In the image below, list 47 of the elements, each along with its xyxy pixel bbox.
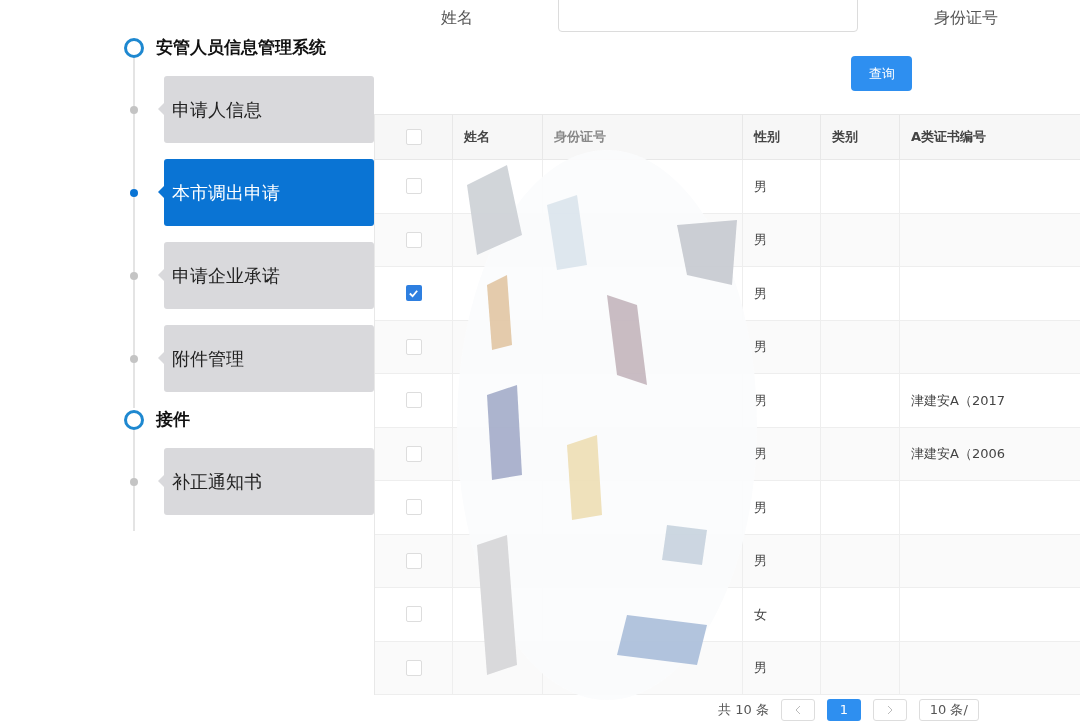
step-card[interactable]: 补正通知书 <box>164 448 374 515</box>
chevron-left-icon <box>793 705 802 715</box>
checkbox[interactable] <box>405 178 422 195</box>
table-cell-text: 男 <box>754 284 767 303</box>
column-header: 类别 <box>832 128 858 147</box>
checkbox[interactable] <box>405 499 422 516</box>
column-header: 性别 <box>754 128 780 147</box>
column-header: A类证书编号 <box>911 128 987 147</box>
checkbox[interactable] <box>405 129 422 145</box>
timeline-node-icon <box>124 38 144 58</box>
group-title: 安管人员信息管理系统 <box>156 36 326 60</box>
field-label: 姓名 <box>441 7 473 29</box>
table-cell-text: 男 <box>754 659 767 677</box>
table-cell-text: 津建安A（2017 <box>911 391 1005 410</box>
step-card[interactable]: 附件管理 <box>164 325 374 392</box>
table-cell-text: 男 <box>754 231 767 249</box>
table-cell-text: 男 <box>754 445 767 463</box>
step-card[interactable]: 申请企业承诺 <box>164 242 374 309</box>
table-cell-text: 男 <box>754 338 767 356</box>
table-cell-text: 津建安A（2006 <box>911 445 1005 463</box>
table-cell-text: 男 <box>754 177 767 196</box>
checkbox[interactable] <box>405 285 422 302</box>
checkbox[interactable] <box>405 231 422 248</box>
table-cell-text: 男 <box>754 391 767 410</box>
checkbox[interactable] <box>405 606 422 623</box>
chevron-right-icon <box>885 705 894 715</box>
check-icon <box>408 287 419 299</box>
checkbox[interactable] <box>405 552 422 569</box>
input-field[interactable] <box>558 0 858 32</box>
column-header: 身份证号 <box>554 128 606 147</box>
checkbox[interactable] <box>405 659 422 676</box>
column-header: 姓名 <box>464 128 490 147</box>
total-count: 共 10 条 <box>718 701 769 720</box>
timeline-node-icon <box>124 410 144 430</box>
page-size-select[interactable]: 10 条/ <box>918 699 979 721</box>
checkbox[interactable] <box>405 338 422 355</box>
table-cell-text: 男 <box>754 552 767 570</box>
next-page-button[interactable] <box>872 699 907 721</box>
checkbox[interactable] <box>405 445 422 462</box>
table-cell-text: 女 <box>754 605 767 624</box>
group-title: 接件 <box>156 408 190 432</box>
field-label: 身份证号 <box>934 7 998 29</box>
checkbox[interactable] <box>405 392 422 409</box>
step-card[interactable]: 申请人信息 <box>164 76 374 143</box>
table-cell-text: 男 <box>754 498 767 517</box>
step-card[interactable]: 本市调出申请 <box>164 159 374 226</box>
prev-page-button[interactable] <box>780 699 815 721</box>
